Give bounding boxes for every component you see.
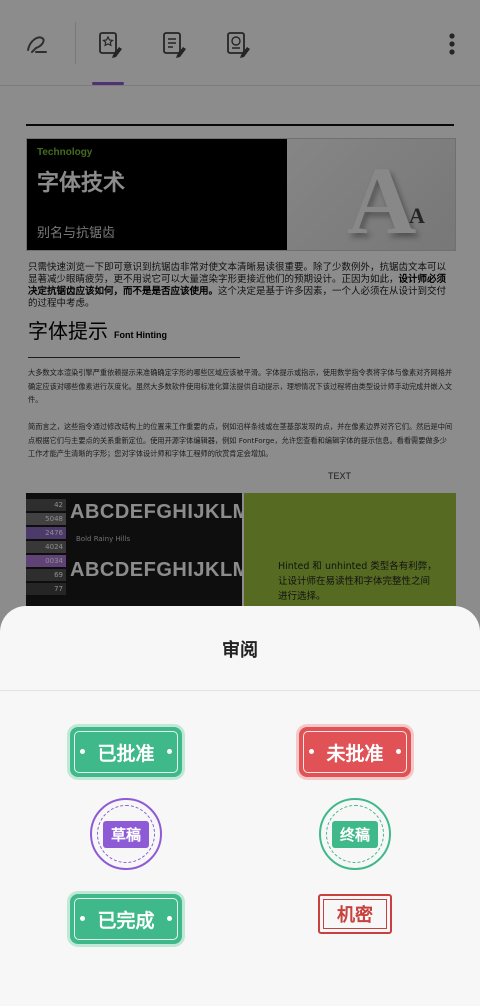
sheet-divider [0,690,480,691]
final-stamp-label: 终稿 [331,820,378,848]
approved-stamp-label: 已批准 [97,742,155,765]
page: Technology 字体技术 别名与抗锯齿 A A 只需快速浏览一下即可意识到… [0,0,480,1006]
approved-stamp[interactable]: 已批准 [70,727,182,777]
confidential-stamp[interactable]: 机密 [318,894,392,934]
final-stamp[interactable]: 终稿 [319,798,391,870]
completed-stamp-label: 已完成 [97,909,155,932]
draft-stamp-label: 草稿 [102,820,149,848]
sheet-title: 审阅 [222,640,258,661]
rejected-stamp-label: 未批准 [326,742,384,765]
draft-stamp[interactable]: 草稿 [90,798,162,870]
confidential-stamp-label: 机密 [337,905,373,926]
completed-stamp[interactable]: 已完成 [70,894,182,944]
review-sheet: 审阅 已批准 未批准 草稿 终稿 已完成 机密 [0,606,480,1006]
rejected-stamp[interactable]: 未批准 [299,727,411,777]
